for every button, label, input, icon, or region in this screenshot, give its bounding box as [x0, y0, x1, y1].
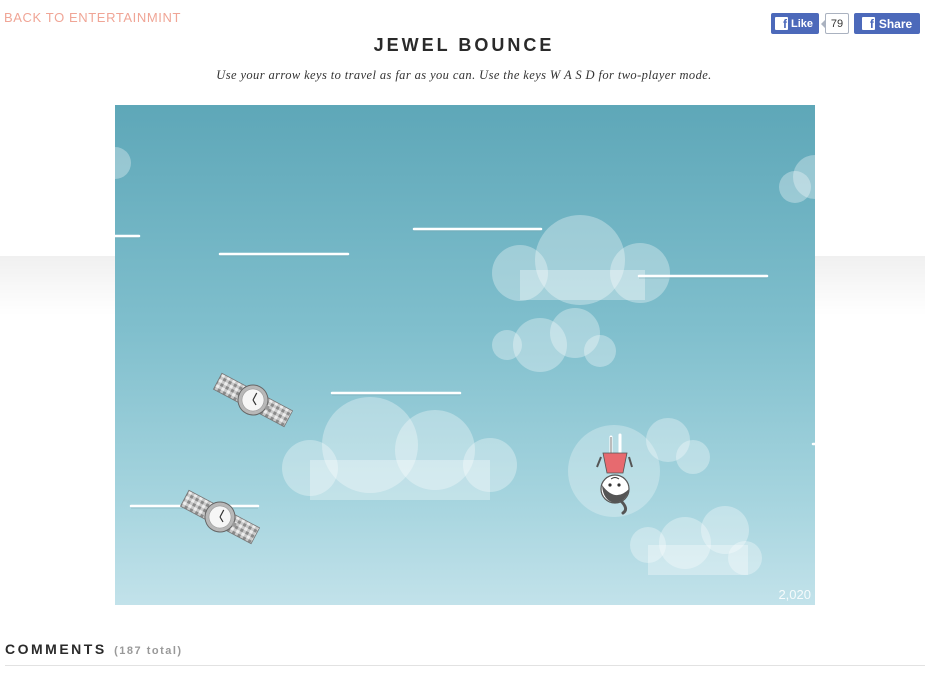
- divider: [5, 665, 925, 666]
- player-character: [568, 425, 660, 517]
- facebook-like-button[interactable]: f Like: [771, 13, 820, 34]
- wristwatch-jewel: [212, 372, 294, 428]
- back-to-entertainmint-link[interactable]: BACK TO ENTERTAINMINT: [4, 10, 181, 25]
- page-title: JEWEL BOUNCE: [373, 35, 555, 55]
- comments-count: (187 total): [114, 645, 183, 657]
- comments-title: COMMENTS: [5, 641, 107, 657]
- like-label: Like: [791, 17, 814, 30]
- comments-header: COMMENTS (187 total): [5, 641, 183, 659]
- score-display: 2,020: [778, 587, 811, 602]
- cloud: [492, 308, 616, 372]
- page: BACK TO ENTERTAINMINT f Like 79 f Share …: [0, 0, 944, 684]
- game-scene: [115, 147, 815, 575]
- facebook-icon: f: [775, 17, 788, 30]
- cloud: [115, 147, 131, 179]
- like-count-badge: 79: [821, 13, 849, 34]
- cloud: [282, 397, 517, 500]
- facebook-icon: f: [861, 17, 875, 30]
- cloud: [630, 506, 762, 575]
- left-shadow: [0, 256, 115, 316]
- facebook-share-button[interactable]: f Share: [854, 13, 920, 34]
- cloud: [779, 155, 815, 203]
- game-canvas[interactable]: 2,020: [115, 105, 815, 605]
- wristwatch-jewel: [179, 489, 261, 545]
- right-shadow: [815, 256, 925, 316]
- share-label: Share: [878, 16, 913, 31]
- game-instructions: Use your arrow keys to travel as far as …: [216, 68, 712, 82]
